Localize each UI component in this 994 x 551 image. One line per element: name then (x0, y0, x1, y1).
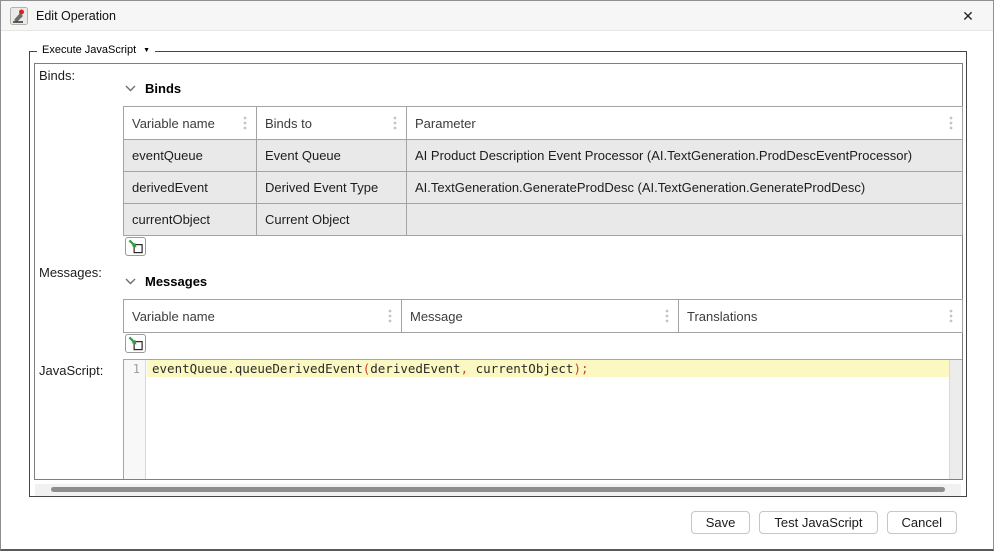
table-row: eventQueue Event Queue AI Product Descri… (124, 140, 963, 172)
binds-header-row: Variable name Binds to Parameter (124, 107, 963, 140)
code-token: , (461, 361, 476, 376)
column-header-label: Translations (687, 309, 757, 324)
table-row: derivedEvent Derived Event Type AI.TextG… (124, 172, 963, 204)
table-row: currentObject Current Object (124, 204, 963, 236)
column-menu-icon[interactable] (387, 308, 393, 324)
horizontal-scrollbar-thumb[interactable] (51, 487, 945, 492)
column-menu-icon[interactable] (664, 308, 670, 324)
messages-section-toggle[interactable]: Messages (125, 274, 207, 289)
line-number: 1 (133, 362, 140, 376)
code-token: ); (573, 361, 588, 376)
export-messages-button[interactable] (125, 334, 146, 353)
binds-section-title: Binds (145, 81, 181, 96)
messages-section-title: Messages (145, 274, 207, 289)
code-area[interactable]: eventQueue.queueDerivedEvent(derivedEven… (147, 360, 949, 479)
messages-col-variable-name[interactable]: Variable name (124, 300, 402, 333)
export-table-icon (128, 239, 144, 254)
operation-type-dropdown[interactable]: Execute JavaScript ▼ (37, 44, 155, 56)
messages-table: Variable name Message Translations (123, 299, 963, 333)
column-header-label: Variable name (132, 309, 215, 324)
operation-type-label: Execute JavaScript (42, 44, 136, 56)
code-token: currentObject (476, 361, 574, 376)
column-header-label: Variable name (132, 116, 215, 131)
cell-variable-name[interactable]: eventQueue (124, 140, 257, 172)
javascript-label: JavaScript: (39, 363, 103, 378)
edit-operation-dialog: Edit Operation ✕ Execute JavaScript ▼ Bi… (0, 0, 994, 551)
test-javascript-button[interactable]: Test JavaScript (759, 511, 877, 534)
code-token: eventQueue.queueDerivedEvent (152, 361, 363, 376)
column-menu-icon[interactable] (392, 115, 398, 131)
horizontal-scrollbar[interactable] (35, 484, 961, 496)
cell-binds-to[interactable]: Derived Event Type (257, 172, 407, 204)
binds-col-parameter[interactable]: Parameter (407, 107, 963, 140)
cell-parameter[interactable] (407, 204, 963, 236)
dropdown-caret-icon: ▼ (143, 45, 150, 56)
messages-col-message[interactable]: Message (402, 300, 679, 333)
cell-binds-to[interactable]: Current Object (257, 204, 407, 236)
code-line[interactable]: eventQueue.queueDerivedEvent(derivedEven… (147, 360, 949, 377)
export-binds-button[interactable] (125, 237, 146, 256)
operation-panel: Binds: Binds Variable name Bi (34, 63, 963, 480)
window-title: Edit Operation (36, 9, 116, 23)
column-header-label: Parameter (415, 116, 476, 131)
editor-gutter: 1 (124, 360, 146, 479)
binds-col-variable-name[interactable]: Variable name (124, 107, 257, 140)
binds-section-toggle[interactable]: Binds (125, 81, 181, 96)
binds-label: Binds: (39, 68, 75, 83)
code-token: derivedEvent (370, 361, 460, 376)
close-button[interactable]: ✕ (952, 3, 984, 29)
cancel-button[interactable]: Cancel (887, 511, 957, 534)
column-menu-icon[interactable] (948, 115, 954, 131)
column-header-label: Message (410, 309, 463, 324)
column-menu-icon[interactable] (948, 308, 954, 324)
app-icon (10, 7, 28, 25)
column-header-label: Binds to (265, 116, 312, 131)
titlebar: Edit Operation ✕ (1, 1, 993, 31)
column-menu-icon[interactable] (242, 115, 248, 131)
chevron-down-icon (125, 278, 136, 285)
export-table-icon (128, 336, 144, 351)
binds-table: Variable name Binds to Parameter (123, 106, 963, 236)
messages-header-row: Variable name Message Translations (124, 300, 963, 333)
messages-label: Messages: (39, 265, 102, 280)
cell-parameter[interactable]: AI.TextGeneration.GenerateProdDesc (AI.T… (407, 172, 963, 204)
javascript-editor[interactable]: 1 eventQueue.queueDerivedEvent(derivedEv… (123, 359, 962, 479)
cell-variable-name[interactable]: derivedEvent (124, 172, 257, 204)
cell-parameter[interactable]: AI Product Description Event Processor (… (407, 140, 963, 172)
operation-groupbox: Execute JavaScript ▼ Binds: Binds Variab… (29, 51, 967, 497)
messages-col-translations[interactable]: Translations (679, 300, 963, 333)
chevron-down-icon (125, 85, 136, 92)
binds-col-binds-to[interactable]: Binds to (257, 107, 407, 140)
save-button[interactable]: Save (691, 511, 751, 534)
cell-binds-to[interactable]: Event Queue (257, 140, 407, 172)
footer-buttons: Save Test JavaScript Cancel (691, 511, 957, 534)
editor-vertical-scrollbar[interactable] (949, 360, 962, 479)
cell-variable-name[interactable]: currentObject (124, 204, 257, 236)
